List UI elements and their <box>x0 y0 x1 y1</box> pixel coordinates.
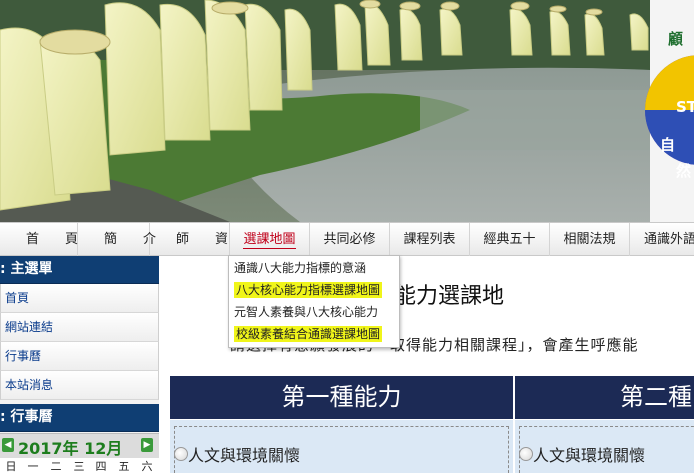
weekday-fri: 五 <box>118 460 130 473</box>
weekday-wed: 三 <box>73 460 85 473</box>
calendar-next-icon[interactable]: ▶ <box>141 438 153 452</box>
main-nav: 首頁 簡介 師資 選課地圖 共同必修 課程列表 經典五十 相關法規 通識外語 <box>0 222 694 256</box>
nav-required[interactable]: 共同必修 <box>310 223 390 256</box>
logo-char-2: 自 <box>660 136 675 154</box>
calendar-heading: : 行事曆 <box>0 404 159 432</box>
nav-course-map[interactable]: 選課地圖 <box>230 223 310 256</box>
calendar-month: 2017年 12月 <box>18 439 123 458</box>
weekday-thu: 四 <box>95 460 107 473</box>
nav-regulations[interactable]: 相關法規 <box>550 223 630 256</box>
nav-faculty[interactable]: 師資 <box>150 223 230 256</box>
sidebar-link-calendar[interactable]: 行事曆 <box>0 342 159 371</box>
column-header-1: 第一種能力 <box>170 376 513 419</box>
logo-char-3: 然 <box>676 162 691 180</box>
option-label: 人文與環境關懷 <box>188 446 301 465</box>
weekday-mon: 一 <box>27 460 39 473</box>
nav-foreign-language[interactable]: 通識外語 <box>630 223 694 256</box>
dropdown-item-literacy[interactable]: 元智人素養與八大核心能力 <box>229 301 399 323</box>
calendar-weekdays: 日 一 二 三 四 五 六 <box>0 458 159 473</box>
option-radio[interactable] <box>174 447 188 461</box>
column-cell-1: 人文與環境關懷 <box>170 420 513 473</box>
weekday-sun: 日 <box>5 460 17 473</box>
dropdown-item-meaning[interactable]: 通識八大能力指標的意涵 <box>229 257 399 279</box>
header-banner: 顧 ST 自 然 <box>0 0 694 222</box>
logo-char-1: 顧 <box>668 30 683 48</box>
course-map-dropdown: 通識八大能力指標的意涵 八大核心能力指標選課地圖 元智人素養與八大核心能力 校級… <box>228 255 400 348</box>
banner-photo: 顧 ST 自 然 <box>0 0 694 222</box>
option-label: 人文與環境關懷 <box>533 446 646 465</box>
nav-course-map-label: 選課地圖 <box>243 232 296 249</box>
column-cell-2: 人文與環境關懷 <box>515 420 694 473</box>
column-header-2: 第二種 <box>515 376 694 419</box>
option-radio[interactable] <box>519 447 533 461</box>
dropdown-item-label: 通識八大能力指標的意涵 <box>234 261 367 275</box>
calendar-header: ◀ 2017年 12月 ▶ <box>0 433 159 458</box>
dropdown-item-school-map[interactable]: 校級素養結合通識選課地圖 <box>229 323 399 345</box>
calendar-prev-icon[interactable]: ◀ <box>2 438 14 452</box>
logo-text: ST <box>676 98 694 116</box>
weekday-sat: 六 <box>141 460 153 473</box>
nav-course-list[interactable]: 課程列表 <box>390 223 470 256</box>
sidebar-link-news[interactable]: 本站消息 <box>0 371 159 400</box>
nav-home[interactable]: 首頁 <box>0 223 78 256</box>
dropdown-item-label: 八大核心能力指標選課地圖 <box>234 282 383 298</box>
dropdown-item-label: 校級素養結合通識選課地圖 <box>234 326 383 342</box>
main-menu-heading: : 主選單 <box>0 256 159 284</box>
sidebar-link-websites[interactable]: 網站連結 <box>0 313 159 342</box>
nav-intro[interactable]: 簡介 <box>78 223 156 256</box>
sidebar-link-home[interactable]: 首頁 <box>0 284 159 313</box>
nav-classics[interactable]: 經典五十 <box>470 223 550 256</box>
dropdown-item-label: 元智人素養與八大核心能力 <box>234 305 379 319</box>
weekday-tue: 二 <box>50 460 62 473</box>
dropdown-item-core-map[interactable]: 八大核心能力指標選課地圖 <box>229 279 399 301</box>
